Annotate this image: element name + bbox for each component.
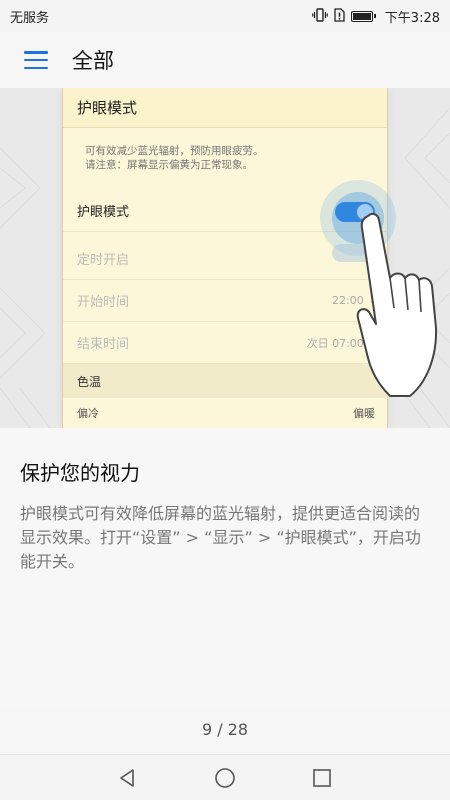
preview-description-line1: 可有效减少蓝光辐射，预防用眼疲劳。	[85, 145, 264, 157]
preview-row-start-time: 开始时间 22:00 ›	[63, 280, 389, 322]
home-icon	[215, 767, 235, 788]
navigation-bar	[0, 754, 450, 800]
tip-title: 保护您的视力	[20, 461, 140, 485]
preview-start-label: 开始时间	[77, 295, 130, 310]
tip-illustration: 护眼模式 可有效减少蓝光辐射，预防用眼疲劳。 请注意：屏幕显示偏黄为正常现象。 …	[0, 88, 450, 428]
back-button[interactable]	[106, 760, 150, 796]
pointing-hand-icon	[356, 212, 438, 397]
preview-warm-label: 偏暖	[353, 407, 375, 420]
back-icon	[120, 768, 135, 787]
battery-icon	[350, 10, 376, 22]
status-icons: 下午3:28	[311, 7, 440, 26]
preview-title: 护眼模式	[63, 88, 387, 128]
vibrate-icon	[311, 8, 328, 24]
preview-row-end-time: 结束时间 次日 07:00 ›	[63, 322, 389, 364]
page-indicator: 9 / 28	[201, 720, 249, 739]
carrier-label: 无服务	[10, 10, 50, 26]
preview-row-color-slider: 偏冷 偏暖	[63, 398, 389, 428]
tip-body: 护眼模式可有效降低屏幕的蓝光辐射，提供更适合阅读的显示效果。打开“设置” > “…	[20, 504, 421, 571]
tip-content: 保护您的视力 护眼模式可有效降低屏幕的蓝光辐射，提供更适合阅读的显示效果。打开“…	[0, 428, 450, 710]
recents-button[interactable]	[300, 760, 344, 796]
hamburger-menu-icon	[24, 51, 48, 69]
menu-button[interactable]	[0, 32, 72, 88]
no-sim-icon	[334, 8, 345, 24]
preview-cool-label: 偏冷	[77, 407, 99, 420]
preview-timer-label: 定时开启	[77, 253, 130, 268]
preview-description-line2: 请注意：屏幕显示偏黄为正常现象。	[85, 159, 253, 171]
preview-row-color-temp: 色温	[63, 364, 389, 398]
status-bar: 无服务 下午3:28	[0, 0, 450, 32]
recents-icon	[312, 768, 331, 787]
home-button[interactable]	[203, 760, 247, 796]
preview-color-temp-label: 色温	[77, 374, 102, 389]
preview-end-label: 结束时间	[77, 337, 130, 352]
app-header: 全部	[0, 32, 450, 88]
page-title: 全部	[72, 49, 114, 73]
status-time: 下午3:28	[384, 10, 440, 26]
